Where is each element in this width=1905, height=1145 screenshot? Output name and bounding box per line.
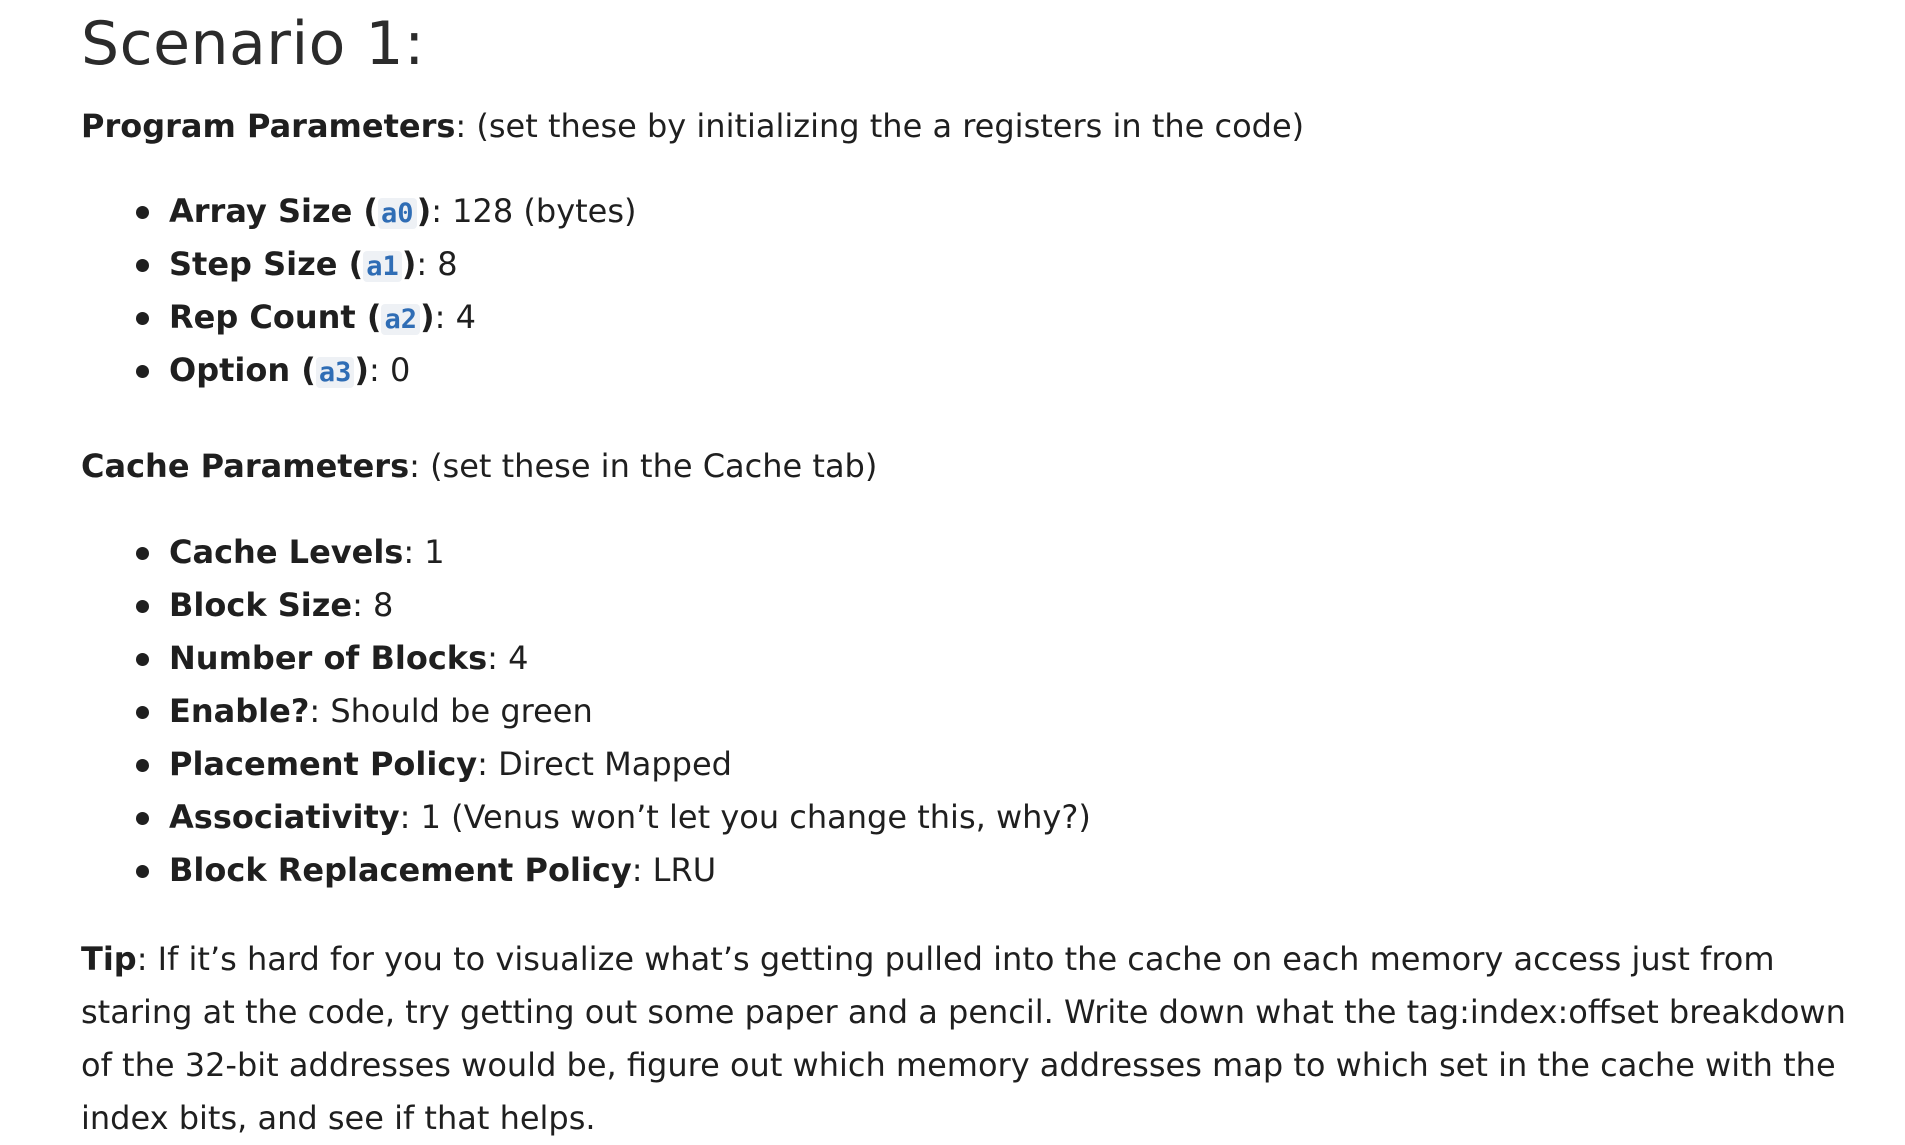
list-item: Array Size (a0): 128 (bytes) xyxy=(81,185,637,238)
bullet-icon xyxy=(136,759,149,772)
param-name: Option xyxy=(169,351,291,389)
cache-parameters-label: Cache Parameters xyxy=(81,447,410,485)
bullet-icon xyxy=(136,547,149,560)
param-name: Rep Count xyxy=(169,298,356,336)
list-item: Associativity: 1 (Venus won’t let you ch… xyxy=(81,791,1091,844)
list-item: Enable?: Should be green xyxy=(81,685,1091,738)
param-name: Placement Policy xyxy=(169,745,478,783)
list-item: Cache Levels: 1 xyxy=(81,526,1091,579)
bullet-icon xyxy=(136,653,149,666)
program-parameters-label: Program Parameters xyxy=(81,107,456,145)
param-value: : 8 xyxy=(416,245,458,283)
register-code: a3 xyxy=(315,357,355,388)
bullet-icon xyxy=(136,259,149,272)
tip-text: : If it’s hard for you to visualize what… xyxy=(81,940,1846,1137)
list-item: Rep Count (a2): 4 xyxy=(81,291,637,344)
register-code: a1 xyxy=(363,251,402,282)
param-name: Cache Levels xyxy=(169,533,404,571)
param-value: : LRU xyxy=(631,851,717,889)
param-name: Block Size xyxy=(169,586,353,624)
tip-label: Tip xyxy=(81,940,137,978)
param-value: : 1 xyxy=(403,533,445,571)
cache-parameters-heading: Cache Parameters: (set these in the Cach… xyxy=(81,446,877,486)
bullet-icon xyxy=(136,365,149,378)
page-title: Scenario 1: xyxy=(81,9,425,79)
bullet-icon xyxy=(136,600,149,613)
param-value: : Should be green xyxy=(309,692,593,730)
param-name: Step Size xyxy=(169,245,338,283)
tip-paragraph: Tip: If it’s hard for you to visualize w… xyxy=(81,933,1881,1145)
register-code: a2 xyxy=(381,304,420,335)
bullet-icon xyxy=(136,812,149,825)
param-name: Associativity xyxy=(169,798,400,836)
param-value: : 4 xyxy=(487,639,529,677)
list-item: Number of Blocks: 4 xyxy=(81,632,1091,685)
param-value: : 4 xyxy=(434,298,476,336)
param-name: Number of Blocks xyxy=(169,639,488,677)
bullet-icon xyxy=(136,706,149,719)
bullet-icon xyxy=(136,312,149,325)
param-name: Array Size xyxy=(169,192,353,230)
param-value: : Direct Mapped xyxy=(477,745,732,783)
list-item: Block Replacement Policy: LRU xyxy=(81,844,1091,897)
list-item: Step Size (a1): 8 xyxy=(81,238,637,291)
param-name: Block Replacement Policy xyxy=(169,851,632,889)
param-value: : 8 xyxy=(352,586,394,624)
param-name: Enable? xyxy=(169,692,310,730)
param-value: : 0 xyxy=(369,351,411,389)
program-parameters-note: : (set these by initializing the a regis… xyxy=(455,107,1305,145)
program-parameters-heading: Program Parameters: (set these by initia… xyxy=(81,106,1304,146)
list-item: Placement Policy: Direct Mapped xyxy=(81,738,1091,791)
bullet-icon xyxy=(136,206,149,219)
cache-parameters-list: Cache Levels: 1 Block Size: 8 Number of … xyxy=(81,526,1091,897)
program-parameters-list: Array Size (a0): 128 (bytes) Step Size (… xyxy=(81,185,637,397)
cache-parameters-note: : (set these in the Cache tab) xyxy=(409,447,878,485)
param-value: : 128 (bytes) xyxy=(431,192,637,230)
list-item: Block Size: 8 xyxy=(81,579,1091,632)
param-value: : 1 (Venus won’t let you change this, wh… xyxy=(399,798,1091,836)
register-code: a0 xyxy=(378,198,417,229)
list-item: Option (a3): 0 xyxy=(81,344,637,397)
bullet-icon xyxy=(136,865,149,878)
